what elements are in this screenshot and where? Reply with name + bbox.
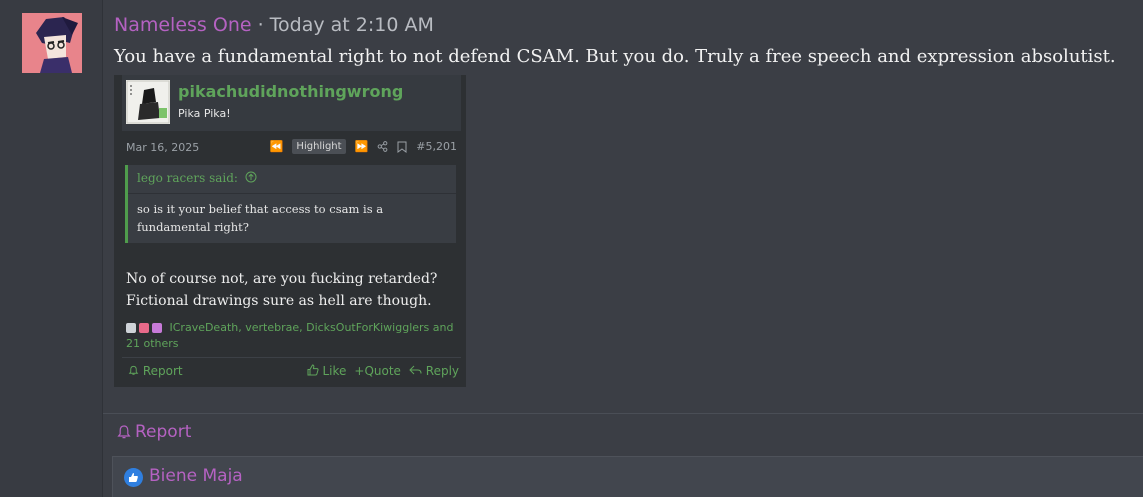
- reaction-icons: [126, 322, 166, 334]
- embedded-reply-label: Reply: [425, 364, 459, 378]
- post-number[interactable]: #5,201: [416, 140, 457, 153]
- bell-icon: [117, 425, 131, 439]
- embedded-tools: ⏪ Highlight ⏩ #5,201: [270, 139, 457, 154]
- previous-highlight-icon[interactable]: ⏪: [270, 140, 284, 153]
- embedded-body-line-2: Fictional drawings sure as hell are thou…: [126, 293, 432, 309]
- reaction-icon-3: [152, 323, 162, 333]
- embedded-like-label: Like: [322, 364, 347, 378]
- embedded-username[interactable]: pikachudidnothingwrong: [178, 82, 403, 101]
- embedded-avatar: [126, 80, 170, 124]
- reply-icon: [409, 365, 422, 375]
- embedded-right-actions: Like +Quote Reply: [307, 364, 459, 378]
- embedded-reply-button[interactable]: Reply: [409, 364, 459, 378]
- report-button[interactable]: Report: [116, 422, 191, 442]
- avatar[interactable]: [22, 13, 82, 73]
- embedded-date[interactable]: Mar 16, 2025: [126, 141, 199, 154]
- report-label: Report: [135, 422, 192, 442]
- embedded-post-body: No of course not, are you fucking retard…: [126, 268, 456, 312]
- message-header: Nameless One · Today at 2:10 AM: [114, 14, 434, 36]
- quote-author-label: lego racers said:: [137, 171, 238, 185]
- embedded-user-title: Pika Pika!: [178, 107, 231, 120]
- embedded-actions: Report Like +Quote Reply: [126, 364, 459, 382]
- embedded-report-button[interactable]: Report: [128, 364, 183, 378]
- footer-divider: [103, 413, 1143, 414]
- quote-author[interactable]: lego racers said:: [137, 171, 257, 185]
- like-reaction-icon: [124, 468, 143, 487]
- highlight-button[interactable]: Highlight: [292, 139, 346, 154]
- bookmark-icon[interactable]: [397, 141, 407, 153]
- reaction-names[interactable]: ICraveDeath, vertebrae, DicksOutForKiwig…: [126, 321, 453, 350]
- embedded-like-button[interactable]: Like: [307, 364, 347, 378]
- embedded-quote-button[interactable]: +Quote: [354, 364, 401, 378]
- embedded-body-line-1: No of course not, are you fucking retard…: [126, 271, 438, 287]
- embedded-report-label: Report: [142, 364, 183, 378]
- embedded-avatar-image: [126, 80, 170, 124]
- message-body: You have a fundamental right to not defe…: [114, 46, 1116, 67]
- embedded-post-meta: Mar 16, 2025 ⏪ Highlight ⏩ #5,201: [122, 135, 461, 161]
- share-icon[interactable]: [377, 141, 388, 152]
- reactor-name[interactable]: Biene Maja: [149, 466, 243, 486]
- avatar-image: [22, 13, 82, 73]
- reaction-icon-1: [126, 323, 136, 333]
- embedded-post-header: pikachudidnothingwrong Pika Pika!: [122, 75, 461, 131]
- post-timestamp[interactable]: Today at 2:10 AM: [270, 14, 434, 36]
- plus-icon: +: [354, 364, 365, 378]
- arrow-up-circle-icon[interactable]: [245, 171, 257, 183]
- reactions-bar[interactable]: Biene Maja: [112, 456, 1143, 497]
- header-separator: ·: [251, 14, 270, 36]
- quote-text: so is it your belief that access to csam…: [137, 202, 384, 234]
- thumbs-up-icon: [307, 364, 319, 376]
- message-user-column: [0, 0, 103, 497]
- embedded-screenshot[interactable]: pikachudidnothingwrong Pika Pika! Mar 16…: [114, 75, 466, 387]
- thumbs-up-icon: [129, 473, 138, 482]
- username-link[interactable]: Nameless One: [114, 14, 252, 36]
- next-highlight-icon[interactable]: ⏩: [355, 140, 369, 153]
- quote-divider: [128, 193, 456, 194]
- quote-block: lego racers said: so is it your belief t…: [125, 165, 456, 243]
- message-main: Nameless One · Today at 2:10 AM You have…: [103, 0, 1143, 497]
- embedded-quote-label: Quote: [364, 364, 401, 378]
- embedded-reactions[interactable]: ICraveDeath, vertebrae, DicksOutForKiwig…: [126, 320, 456, 352]
- embedded-footer-divider: [122, 357, 461, 358]
- bell-icon: [128, 365, 139, 375]
- reaction-icon-2: [139, 323, 149, 333]
